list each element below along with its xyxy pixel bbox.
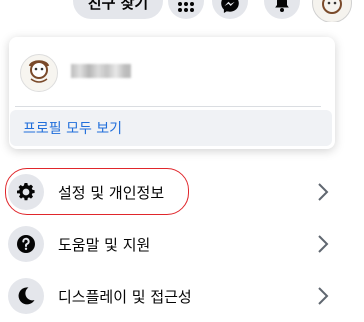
chevron-right-icon bbox=[318, 287, 329, 305]
bell-icon bbox=[275, 0, 289, 12]
find-friends-button[interactable]: 친구 찾기 bbox=[73, 0, 163, 19]
menu-item-display-accessibility[interactable]: 디스플레이 및 접근성 bbox=[0, 270, 350, 322]
menu-item-label: 도움말 및 지원 bbox=[58, 236, 151, 254]
account-avatar-button[interactable] bbox=[312, 0, 352, 23]
menu-item-settings-privacy[interactable]: 설정 및 개인정보 bbox=[0, 166, 350, 218]
chevron-right-icon bbox=[318, 183, 329, 201]
menu-item-label: 설정 및 개인정보 bbox=[58, 184, 165, 202]
gear-icon bbox=[17, 183, 35, 201]
profile-name-redacted bbox=[71, 64, 131, 78]
messenger-button[interactable] bbox=[212, 0, 248, 19]
avatar bbox=[322, 0, 342, 14]
profile-row[interactable] bbox=[9, 37, 335, 103]
chevron-right-icon bbox=[318, 235, 329, 253]
question-icon-wrap bbox=[8, 226, 44, 262]
menu-item-label: 디스플레이 및 접근성 bbox=[58, 288, 192, 306]
moon-icon bbox=[18, 287, 35, 305]
avatar-image bbox=[28, 60, 50, 83]
menu-item-help-support[interactable]: 도움말 및 지원 bbox=[0, 218, 350, 270]
notifications-button[interactable] bbox=[264, 0, 300, 19]
profile-avatar bbox=[20, 54, 58, 92]
grid-icon bbox=[178, 2, 194, 12]
find-friends-label: 친구 찾기 bbox=[87, 0, 149, 12]
question-icon bbox=[17, 235, 35, 253]
menu-button[interactable] bbox=[168, 0, 204, 19]
top-navigation-bar: 친구 찾기 bbox=[0, 0, 364, 23]
divider bbox=[15, 106, 321, 107]
gear-icon-wrap bbox=[8, 174, 44, 210]
see-all-profiles-label: 프로필 모두 보기 bbox=[23, 121, 123, 137]
moon-icon-wrap bbox=[8, 278, 44, 314]
scrollbar[interactable] bbox=[351, 30, 358, 312]
messenger-icon bbox=[221, 0, 239, 13]
